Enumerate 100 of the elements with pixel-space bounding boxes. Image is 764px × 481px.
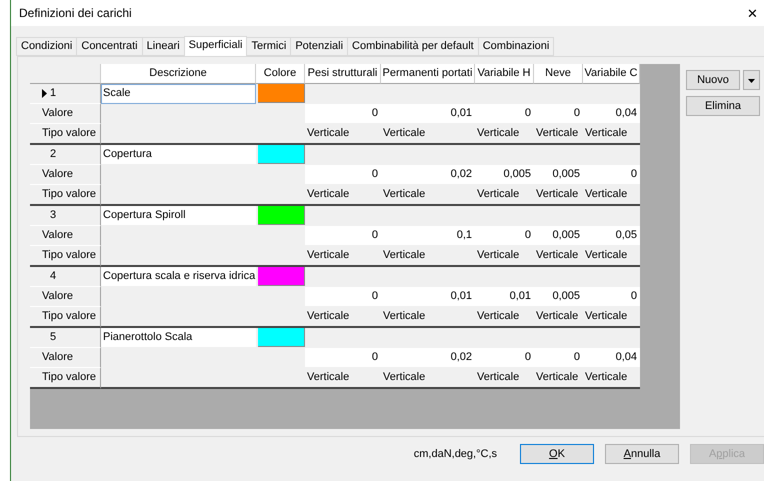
type-cell[interactable]: Verticale [534, 368, 583, 389]
row-label: Tipo valore [30, 246, 101, 267]
color-swatch[interactable] [258, 206, 305, 225]
type-cell[interactable]: Verticale [534, 246, 583, 267]
value-cell[interactable]: 0 [305, 165, 381, 185]
type-cell[interactable]: Verticale [305, 124, 381, 145]
color-swatch[interactable] [258, 328, 305, 347]
value-cell[interactable]: 0,04 [583, 348, 640, 368]
column-header[interactable]: Variabile H [475, 64, 534, 84]
type-cell[interactable]: Verticale [475, 368, 534, 389]
row-header[interactable]: 1 [30, 84, 101, 104]
type-cell[interactable]: Verticale [381, 124, 475, 145]
type-cell[interactable]: Verticale [305, 246, 381, 267]
caret-icon [748, 79, 755, 83]
type-cell[interactable]: Verticale [381, 307, 475, 328]
value-cell[interactable]: 0 [305, 348, 381, 368]
value-cell[interactable]: 0 [305, 104, 381, 124]
type-cell[interactable]: Verticale [475, 185, 534, 206]
value-cell[interactable]: 0,01 [381, 287, 475, 307]
type-cell[interactable]: Verticale [381, 368, 475, 389]
row-label: Valore [30, 226, 101, 246]
window-title: Definizioni dei carichi [19, 6, 132, 20]
type-cell[interactable]: Verticale [305, 368, 381, 389]
type-cell[interactable]: Verticale [475, 307, 534, 328]
type-cell[interactable]: Verticale [583, 246, 640, 267]
units-label: cm,daN,deg,°C,s [414, 448, 497, 460]
value-cell[interactable]: 0 [475, 226, 534, 246]
type-cell[interactable]: Verticale [583, 185, 640, 206]
type-cell[interactable]: Verticale [534, 307, 583, 328]
tab[interactable]: Combinazioni [478, 37, 554, 56]
row-header[interactable]: 4 [30, 267, 101, 287]
value-cell[interactable]: 0,005 [534, 165, 583, 185]
type-cell[interactable]: Verticale [583, 368, 640, 389]
tab[interactable]: Termici [246, 37, 292, 56]
column-header[interactable]: Pesi strutturali [305, 64, 381, 84]
row-label: Valore [30, 104, 101, 124]
color-swatch[interactable] [258, 267, 305, 286]
row-header[interactable]: 5 [30, 328, 101, 348]
value-cell[interactable]: 0 [305, 287, 381, 307]
value-cell[interactable]: 0 [534, 104, 583, 124]
type-cell[interactable]: Verticale [475, 246, 534, 267]
tab[interactable]: Concentrati [76, 37, 143, 56]
value-cell[interactable]: 0 [534, 348, 583, 368]
value-cell[interactable]: 0,1 [381, 226, 475, 246]
dialog-button[interactable]: OK [520, 444, 594, 464]
description-cell[interactable]: Pianerottolo Scala [101, 328, 256, 348]
row-number: 4 [50, 269, 56, 284]
row-label: Tipo valore [30, 307, 101, 328]
value-cell[interactable]: 0 [583, 165, 640, 185]
tab[interactable]: Lineari [142, 37, 185, 56]
row-label: Valore [30, 287, 101, 307]
color-swatch[interactable] [258, 145, 305, 164]
value-cell[interactable]: 0,005 [475, 165, 534, 185]
column-header[interactable]: Variabile C [583, 64, 640, 84]
color-swatch[interactable] [258, 84, 305, 103]
dropdown-button[interactable] [743, 70, 760, 90]
tab[interactable]: Combinabilità per default [347, 37, 479, 56]
type-cell[interactable]: Verticale [583, 124, 640, 145]
dialog-button[interactable]: Annulla [605, 444, 679, 464]
value-cell[interactable]: 0,01 [475, 287, 534, 307]
value-cell[interactable]: 0,005 [534, 287, 583, 307]
description-cell[interactable]: Copertura scala e riserva idrica [101, 267, 256, 287]
tab[interactable]: Potenziali [290, 37, 348, 56]
type-cell[interactable]: Verticale [305, 307, 381, 328]
row-number: 5 [50, 330, 56, 345]
tab[interactable]: Condizioni [16, 37, 78, 56]
description-cell[interactable]: Copertura Spiroll [101, 206, 256, 226]
type-cell[interactable]: Verticale [305, 185, 381, 206]
value-cell[interactable]: 0,005 [534, 226, 583, 246]
value-cell[interactable]: 0 [583, 287, 640, 307]
type-cell[interactable]: Verticale [583, 307, 640, 328]
value-cell[interactable]: 0 [475, 348, 534, 368]
close-icon[interactable]: ✕ [747, 6, 758, 20]
row-label: Valore [30, 165, 101, 185]
type-cell[interactable]: Verticale [534, 124, 583, 145]
type-cell[interactable]: Verticale [381, 185, 475, 206]
value-cell[interactable]: 0,01 [381, 104, 475, 124]
tab[interactable]: Superficiali [184, 36, 248, 56]
value-cell[interactable]: 0 [475, 104, 534, 124]
column-header[interactable]: Permanenti portati [381, 64, 475, 84]
type-cell[interactable]: Verticale [475, 124, 534, 145]
row-label: Valore [30, 348, 101, 368]
value-cell[interactable]: 0,02 [381, 348, 475, 368]
delete-button[interactable]: Elimina [686, 96, 760, 116]
row-header[interactable]: 2 [30, 145, 101, 165]
value-cell[interactable]: 0,05 [583, 226, 640, 246]
row-label: Tipo valore [30, 124, 101, 145]
value-cell[interactable]: 0 [305, 226, 381, 246]
column-header[interactable]: Neve [534, 64, 583, 84]
row-number: 2 [50, 147, 56, 162]
value-cell[interactable]: 0,02 [381, 165, 475, 185]
column-header[interactable]: Descrizione [101, 64, 256, 84]
column-header[interactable]: Colore [256, 64, 305, 84]
description-cell[interactable]: Scale [101, 84, 256, 104]
new-button[interactable]: Nuovo [686, 70, 740, 90]
type-cell[interactable]: Verticale [534, 185, 583, 206]
value-cell[interactable]: 0,04 [583, 104, 640, 124]
type-cell[interactable]: Verticale [381, 246, 475, 267]
row-header[interactable]: 3 [30, 206, 101, 226]
description-cell[interactable]: Copertura [101, 145, 256, 165]
